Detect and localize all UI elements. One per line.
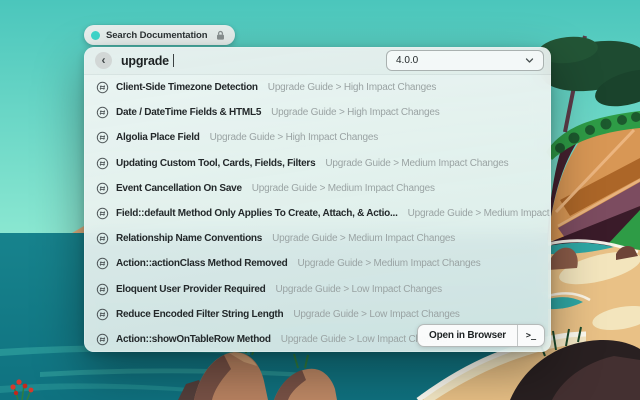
result-row[interactable]: Updating Custom Tool, Cards, Fields, Fil… (84, 151, 551, 176)
result-breadcrumb: Upgrade Guide > High Impact Changes (271, 107, 439, 118)
terminal-button[interactable]: >_ (517, 325, 544, 346)
hash-circle-icon (96, 257, 109, 270)
hash-circle-icon (96, 182, 109, 195)
result-title: Relationship Name Conventions (116, 233, 262, 244)
result-title: Action::actionClass Method Removed (116, 258, 288, 269)
result-breadcrumb: Upgrade Guide > High Impact Changes (268, 82, 436, 93)
result-title: Event Cancellation On Save (116, 183, 242, 194)
result-row[interactable]: Eloquent User Provider Required Upgrade … (84, 277, 551, 302)
result-title: Eloquent User Provider Required (116, 284, 266, 295)
result-row[interactable]: Algolia Place Field Upgrade Guide > High… (84, 125, 551, 150)
result-title: Action::showOnTableRow Method (116, 334, 271, 345)
text-caret (173, 54, 174, 67)
result-row[interactable]: Relationship Name Conventions Upgrade Gu… (84, 226, 551, 251)
lock-icon (215, 30, 226, 41)
hash-circle-icon (96, 232, 109, 245)
result-title: Updating Custom Tool, Cards, Fields, Fil… (116, 158, 315, 169)
hash-circle-icon (96, 157, 109, 170)
result-title: Date / DateTime Fields & HTML5 (116, 107, 261, 118)
hash-circle-icon (96, 207, 109, 220)
result-breadcrumb: Upgrade Guide > Medium Impact Changes (408, 208, 551, 219)
result-breadcrumb: Upgrade Guide > High Impact Changes (210, 132, 378, 143)
app-title-pill: Search Documentation (84, 25, 235, 45)
result-title: Client-Side Timezone Detection (116, 82, 258, 93)
result-title: Algolia Place Field (116, 132, 200, 143)
search-header: ‹ upgrade 4.0.0 (84, 47, 551, 75)
search-documentation-panel: ‹ upgrade 4.0.0 Client-Side Timezone Det… (84, 47, 551, 352)
version-select[interactable]: 4.0.0 (386, 50, 544, 71)
result-title: Reduce Encoded Filter String Length (116, 309, 283, 320)
open-in-browser-button[interactable]: Open in Browser (418, 325, 517, 346)
result-row[interactable]: Client-Side Timezone Detection Upgrade G… (84, 75, 551, 100)
search-input[interactable]: upgrade (121, 54, 174, 68)
chevron-down-icon (525, 56, 534, 65)
result-breadcrumb: Upgrade Guide > Medium Impact Changes (252, 183, 435, 194)
result-row[interactable]: Field::default Method Only Applies To Cr… (84, 201, 551, 226)
hash-circle-icon (96, 333, 109, 346)
terminal-prompt-icon: >_ (526, 331, 536, 341)
result-row[interactable]: Event Cancellation On Save Upgrade Guide… (84, 176, 551, 201)
hash-circle-icon (96, 308, 109, 321)
hash-circle-icon (96, 131, 109, 144)
results-list: Client-Side Timezone Detection Upgrade G… (84, 75, 551, 352)
result-row[interactable]: Action::actionClass Method Removed Upgra… (84, 251, 551, 276)
hash-circle-icon (96, 106, 109, 119)
result-breadcrumb: Upgrade Guide > Medium Impact Changes (272, 233, 455, 244)
back-button[interactable]: ‹ (95, 52, 112, 69)
hash-circle-icon (96, 81, 109, 94)
app-title: Search Documentation (106, 30, 207, 41)
result-title: Field::default Method Only Applies To Cr… (116, 208, 398, 219)
footer-action-group: Open in Browser >_ (417, 324, 545, 347)
result-breadcrumb: Upgrade Guide > Medium Impact Changes (298, 258, 481, 269)
hash-circle-icon (96, 283, 109, 296)
result-breadcrumb: Upgrade Guide > Low Impact Changes (276, 284, 442, 295)
status-dot-icon (91, 31, 100, 40)
search-query-text: upgrade (121, 54, 169, 68)
result-row[interactable]: Date / DateTime Fields & HTML5 Upgrade G… (84, 100, 551, 125)
result-breadcrumb: Upgrade Guide > Low Impact Changes (293, 309, 459, 320)
result-breadcrumb: Upgrade Guide > Medium Impact Changes (325, 158, 508, 169)
version-selected-value: 4.0.0 (396, 55, 418, 66)
